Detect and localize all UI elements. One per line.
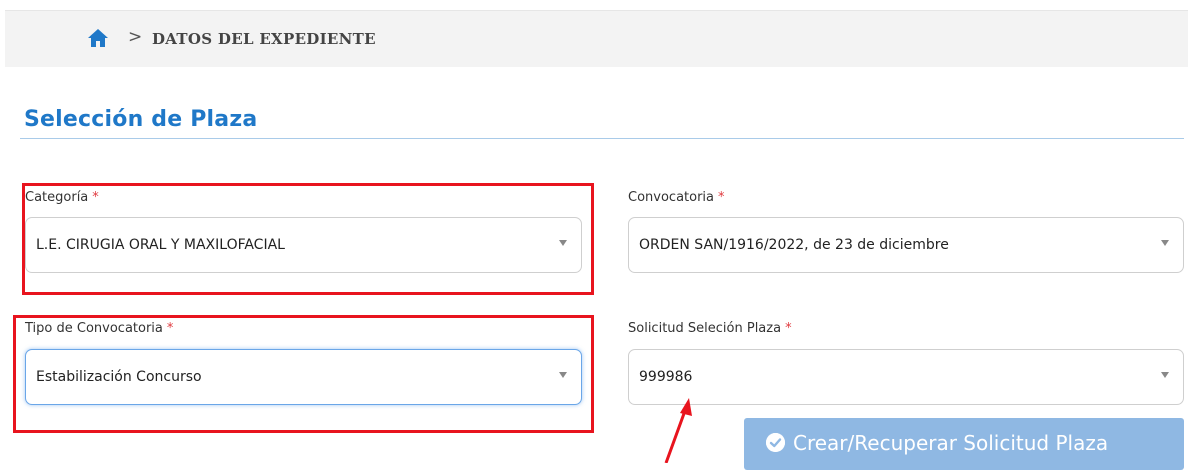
annotation-arrow-icon xyxy=(664,398,692,463)
